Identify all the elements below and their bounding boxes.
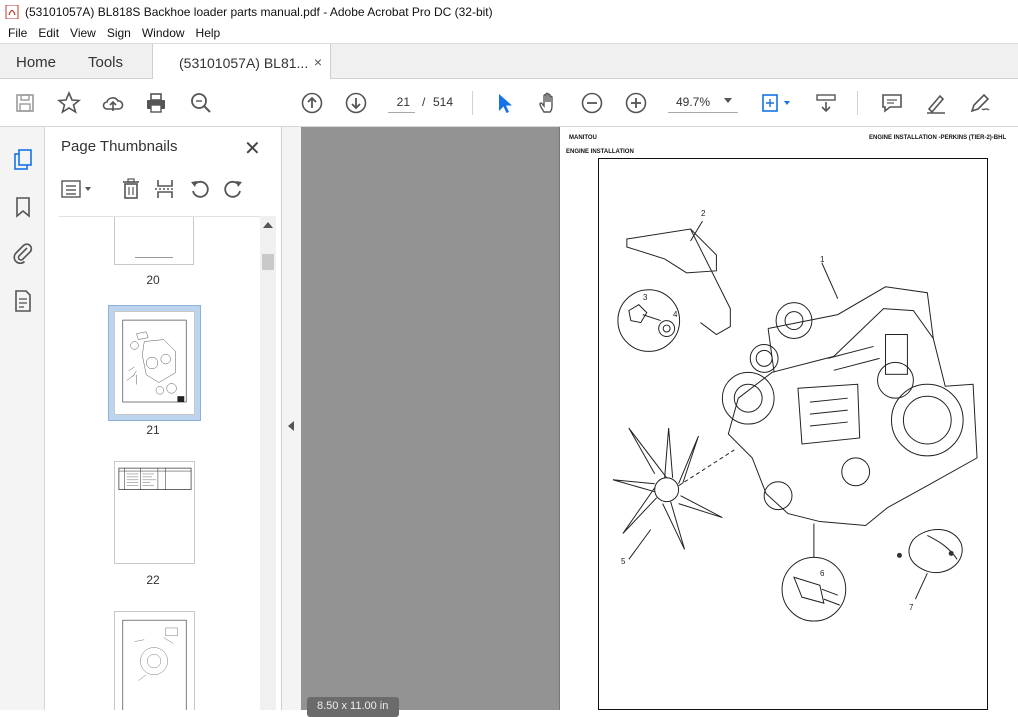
callout-7: 7 (909, 603, 914, 612)
menu-view[interactable]: View (70, 26, 96, 40)
menu-file[interactable]: File (8, 26, 27, 40)
page-subtitle: ENGINE INSTALLATION (566, 149, 634, 155)
sign-pen-icon[interactable] (968, 91, 992, 115)
fit-page-icon[interactable] (760, 91, 794, 115)
diagram-thumbnail (122, 619, 187, 710)
hand-tool-icon[interactable] (536, 91, 560, 115)
save-icon[interactable] (13, 91, 37, 115)
zoom-level-select[interactable]: 49.7% (668, 91, 738, 113)
find-zoom-icon[interactable] (189, 91, 213, 115)
menu-bar: File Edit View Sign Window Help (0, 23, 1018, 43)
upload-cloud-icon[interactable] (101, 91, 125, 115)
panel-close-icon[interactable]: ✕ (244, 136, 261, 161)
panel-splitter[interactable] (282, 127, 301, 710)
tab-document[interactable]: (53101057A) BL81... × (152, 44, 331, 81)
highlight-pen-icon[interactable] (924, 91, 948, 115)
main-toolbar: 21 / 514 49.7% (0, 79, 1018, 127)
menu-window[interactable]: Window (142, 26, 185, 40)
page-size-indicator: 8.50 x 11.00 in (307, 697, 399, 717)
thumbnail-page-20[interactable] (114, 217, 194, 265)
thumbnail-page-21[interactable] (114, 311, 195, 415)
bookmarks-icon[interactable] (11, 195, 35, 219)
comment-icon[interactable] (880, 91, 904, 115)
thumbnail-options-icon[interactable] (60, 177, 96, 201)
document-canvas: 8.50 x 11.00 in (301, 127, 559, 717)
menu-help[interactable]: Help (196, 26, 221, 40)
engine-exploded-drawing (612, 220, 978, 622)
split-page-icon[interactable] (153, 177, 177, 201)
next-page-icon[interactable] (344, 91, 368, 115)
previous-page-icon[interactable] (300, 91, 324, 115)
callout-5: 5 (621, 557, 626, 566)
delete-page-icon[interactable] (119, 177, 143, 201)
collapse-panel-arrow-icon[interactable] (288, 421, 294, 431)
left-navigation-rail (0, 127, 45, 710)
document-page: MANITOU ENGINE INSTALLATION -PERKINS (TI… (559, 127, 1018, 710)
toolbar-divider (472, 91, 473, 115)
bookmark-star-icon[interactable] (56, 90, 82, 115)
engine-drawing-thumbnail (122, 319, 187, 403)
callout-6: 6 (820, 569, 825, 578)
page-separator: / (422, 95, 426, 109)
rotate-clockwise-icon[interactable] (221, 177, 245, 201)
zoom-in-icon[interactable] (624, 91, 648, 115)
thumbnail-list: 20 21 22 (59, 216, 260, 710)
zoom-level-value: 49.7% (676, 95, 711, 109)
page-thumbnails-icon[interactable] (11, 148, 35, 172)
select-cursor-icon[interactable] (493, 91, 517, 115)
scroll-up-arrow-icon[interactable] (263, 222, 273, 228)
toolbar-divider (857, 91, 858, 115)
callout-1: 1 (820, 255, 825, 264)
document-properties-icon[interactable] (11, 289, 35, 313)
pdf-file-icon (5, 4, 19, 19)
callout-4: 4 (673, 310, 678, 319)
window-title: (53101057A) BL818S Backhoe loader parts … (25, 4, 493, 19)
callout-3: 3 (643, 293, 648, 302)
chevron-down-icon (724, 98, 732, 103)
menu-edit[interactable]: Edit (38, 26, 59, 40)
thumbnail-scrollbar[interactable] (260, 216, 276, 710)
zoom-out-icon[interactable] (580, 91, 604, 115)
thumbnail-page-22[interactable] (114, 461, 195, 564)
page-header-right: ENGINE INSTALLATION -PERKINS (TIER-2)-BH… (869, 135, 1007, 141)
panel-toolbar (45, 173, 282, 211)
title-bar: (53101057A) BL818S Backhoe loader parts … (0, 0, 1018, 23)
callout-2: 2 (701, 209, 706, 218)
print-icon[interactable] (144, 91, 168, 115)
panel-title: Page Thumbnails (61, 138, 178, 155)
page-total: 514 (433, 95, 454, 109)
menu-sign[interactable]: Sign (107, 26, 131, 40)
tab-document-label: (53101057A) BL81... (179, 54, 309, 71)
tab-tools[interactable]: Tools (88, 44, 123, 80)
attachments-icon[interactable] (11, 241, 35, 265)
drawing-frame: 2 1 3 4 5 6 7 (598, 158, 988, 710)
thumbnail-label: 20 (146, 273, 160, 287)
page-header-left: MANITOU (569, 135, 597, 141)
thumbnail-label: 21 (146, 423, 160, 437)
tab-close-icon[interactable]: × (314, 54, 322, 70)
tab-bar: Home Tools (53101057A) BL81... × (0, 43, 1018, 81)
scrollbar-thumb[interactable] (262, 254, 274, 270)
scroll-mode-icon[interactable] (814, 91, 838, 115)
rotate-counterclockwise-icon[interactable] (188, 177, 212, 201)
page-thumbnails-panel: Page Thumbnails ✕ 20 21 22 (45, 127, 282, 710)
page-number-input[interactable]: 21 (388, 91, 415, 113)
thumbnail-label: 22 (146, 573, 160, 587)
thumbnail-page-23[interactable] (114, 611, 195, 710)
parts-table-thumbnail (118, 467, 192, 490)
tab-home[interactable]: Home (16, 44, 56, 80)
